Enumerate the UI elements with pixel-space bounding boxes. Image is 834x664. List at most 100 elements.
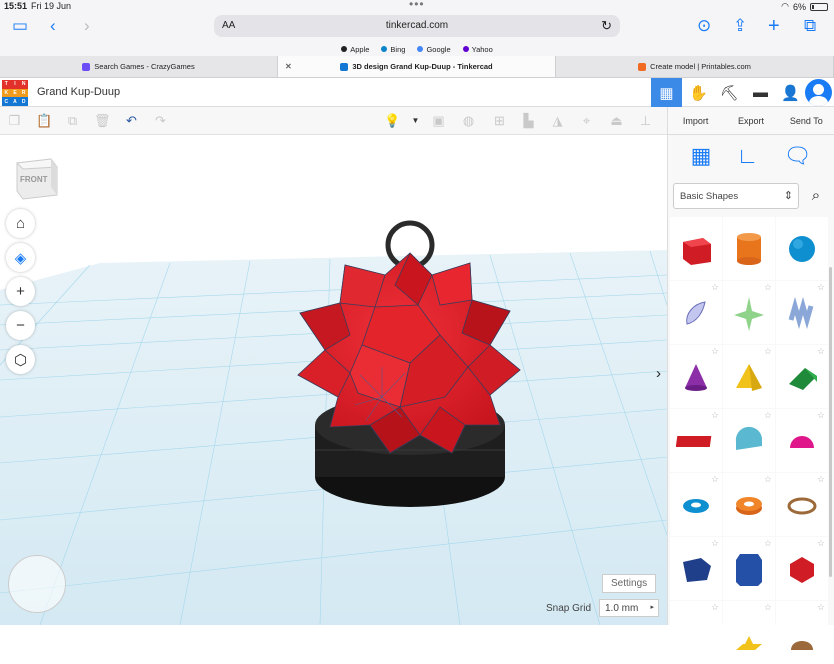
collapse-panel-chevron-icon[interactable]: › bbox=[656, 365, 661, 382]
tab-tinkercad[interactable]: ✕ 3D design Grand Kup-Duup - Tinkercad bbox=[278, 56, 556, 77]
duplicate-icon[interactable]: ⧉ bbox=[65, 113, 80, 128]
notes-icon[interactable]: 🗨 bbox=[783, 143, 811, 169]
favorite-star-icon[interactable]: ☆ bbox=[764, 474, 772, 485]
favorite-star-icon[interactable]: ☆ bbox=[817, 410, 825, 421]
favorite-bing[interactable]: Bing bbox=[381, 45, 405, 54]
avatar[interactable] bbox=[805, 79, 832, 106]
paste-icon[interactable]: 📋 bbox=[36, 113, 52, 128]
favorite-star-icon[interactable]: ☆ bbox=[817, 538, 825, 549]
favorite-star-icon[interactable]: ☆ bbox=[764, 346, 772, 357]
ruler-tool-icon[interactable]: ∟ bbox=[737, 143, 759, 169]
fit-view-button[interactable]: ◈ bbox=[6, 243, 35, 272]
mirror-icon[interactable]: ◮ bbox=[550, 113, 565, 128]
back-icon[interactable]: ‹ bbox=[50, 16, 56, 36]
shape-roof[interactable]: ☆ bbox=[776, 345, 828, 408]
favorite-star-icon[interactable]: ☆ bbox=[711, 346, 719, 357]
shape-cylinder[interactable] bbox=[723, 217, 775, 280]
favorite-star-icon[interactable]: ☆ bbox=[817, 474, 825, 485]
favorite-star-icon[interactable]: ☆ bbox=[764, 538, 772, 549]
favorite-star-icon[interactable]: ☆ bbox=[711, 410, 719, 421]
view-cube[interactable]: FRONT bbox=[13, 155, 59, 201]
sidebar-icon[interactable]: ▭ bbox=[12, 16, 28, 36]
shape-text[interactable]: ☆ bbox=[670, 409, 722, 472]
shape-spinner[interactable]: ☆ bbox=[723, 281, 775, 344]
download-icon[interactable]: ⊙ bbox=[697, 16, 711, 36]
close-tab-icon[interactable]: ✕ bbox=[285, 62, 292, 71]
lightbulb-icon[interactable]: 💡 bbox=[384, 113, 400, 128]
cruise-icon[interactable]: ⌖ bbox=[579, 113, 594, 128]
ruler-icon[interactable]: ⊥ bbox=[638, 113, 653, 128]
align-icon[interactable]: ⊞ bbox=[492, 113, 507, 128]
shape-icosahedron[interactable]: ☆ bbox=[776, 537, 828, 600]
home-view-button[interactable]: ⌂ bbox=[6, 209, 35, 238]
3d-view-grid-icon[interactable]: ▦ bbox=[651, 78, 682, 107]
settings-button[interactable]: Settings bbox=[602, 574, 657, 593]
shape-text-squiggle[interactable]: ☆ bbox=[776, 281, 828, 344]
export-button[interactable]: Export bbox=[723, 107, 778, 134]
favorite-star-icon[interactable]: ☆ bbox=[711, 282, 719, 293]
forward-icon[interactable]: › bbox=[84, 16, 90, 36]
favorite-star-icon[interactable]: ☆ bbox=[764, 282, 772, 293]
tinkercad-logo[interactable]: TIN KER CAD bbox=[2, 80, 28, 106]
bricks-pickaxe-icon[interactable]: ⛏ bbox=[714, 78, 745, 107]
shape-star[interactable]: ☆ bbox=[723, 601, 775, 664]
tab-crazygames[interactable]: Search Games - CrazyGames bbox=[0, 56, 278, 77]
shape-torus[interactable]: ☆ bbox=[670, 473, 722, 536]
snap-grid-select[interactable]: 1.0 mm ▸ bbox=[599, 599, 659, 617]
address-bar[interactable]: AA tinkercad.com ↻ bbox=[214, 15, 620, 37]
favorite-google[interactable]: Google bbox=[417, 45, 451, 54]
favorite-star-icon[interactable]: ☆ bbox=[817, 602, 825, 613]
align-left-icon[interactable]: ▙ bbox=[521, 113, 536, 128]
shape-box[interactable] bbox=[670, 217, 722, 280]
shape-prism[interactable]: ☆ bbox=[723, 537, 775, 600]
shape-sphere[interactable] bbox=[776, 217, 828, 280]
shape-pyramid[interactable]: ☆ bbox=[723, 345, 775, 408]
reload-icon[interactable]: ↻ bbox=[601, 18, 612, 34]
zoom-in-button[interactable]: + bbox=[6, 277, 35, 306]
perspective-button[interactable]: ⬡ bbox=[6, 345, 35, 374]
shape-scribble[interactable]: ☆ bbox=[670, 281, 722, 344]
shape-heart[interactable]: ☆ bbox=[776, 601, 828, 664]
favorite-star-icon[interactable]: ☆ bbox=[817, 282, 825, 293]
shape-tube[interactable]: ☆ bbox=[723, 473, 775, 536]
multitask-dots[interactable]: ••• bbox=[409, 0, 425, 11]
design-title[interactable]: Grand Kup-Duup bbox=[37, 86, 120, 98]
favorite-star-icon[interactable]: ☆ bbox=[817, 346, 825, 357]
shape-paraboloid[interactable]: ☆ bbox=[670, 601, 722, 664]
shape-half-cylinder[interactable]: ☆ bbox=[723, 409, 775, 472]
import-button[interactable]: Import bbox=[668, 107, 723, 134]
workplane-grid-icon[interactable]: ▦ bbox=[691, 143, 712, 169]
group-icon[interactable]: ▣ bbox=[431, 113, 446, 128]
shape-half-sphere[interactable]: ☆ bbox=[776, 409, 828, 472]
zoom-out-button[interactable]: − bbox=[6, 311, 35, 340]
blocks-icon[interactable]: ✋ bbox=[683, 78, 714, 107]
shape-polygon[interactable]: ☆ bbox=[670, 537, 722, 600]
undo-icon[interactable]: ↶ bbox=[124, 113, 139, 128]
tab-printables[interactable]: Create model | Printables.com bbox=[556, 56, 834, 77]
redo-icon[interactable]: ↷ bbox=[153, 113, 168, 128]
lego-brick-icon[interactable]: ▬ bbox=[745, 78, 776, 107]
dropdown-arrow-icon[interactable]: ▼ bbox=[408, 113, 423, 128]
send-to-button[interactable]: Send To bbox=[779, 107, 834, 134]
3d-viewport[interactable]: FRONT ⌂ ◈ + − ⬡ › Settings Snap Grid 1.0… bbox=[0, 135, 667, 625]
share-icon[interactable]: ⇪ bbox=[733, 16, 747, 36]
shapes-scrollbar[interactable] bbox=[829, 267, 832, 577]
orbit-control[interactable] bbox=[8, 555, 66, 613]
workplane-icon[interactable]: ⏏ bbox=[609, 113, 624, 128]
favorite-star-icon[interactable]: ☆ bbox=[711, 602, 719, 613]
delete-icon[interactable]: 🗑 bbox=[94, 113, 111, 128]
favorite-yahoo[interactable]: Yahoo bbox=[462, 45, 493, 54]
ungroup-icon[interactable]: ◍ bbox=[461, 113, 476, 128]
favorite-star-icon[interactable]: ☆ bbox=[764, 410, 772, 421]
shape-cone[interactable]: ☆ bbox=[670, 345, 722, 408]
new-tab-icon[interactable]: + bbox=[768, 16, 780, 36]
shape-category-select[interactable]: Basic Shapes ⇕ bbox=[673, 183, 799, 209]
tabs-overview-icon[interactable]: ⧉ bbox=[804, 16, 816, 36]
favorite-star-icon[interactable]: ☆ bbox=[711, 538, 719, 549]
shape-ring[interactable]: ☆ bbox=[776, 473, 828, 536]
favorite-apple[interactable]: Apple bbox=[341, 45, 369, 54]
search-shapes-button[interactable]: ⌕ bbox=[803, 183, 829, 209]
add-user-icon[interactable]: 👤 bbox=[775, 78, 806, 107]
copy-icon[interactable]: ❐ bbox=[7, 113, 22, 128]
favorite-star-icon[interactable]: ☆ bbox=[711, 474, 719, 485]
